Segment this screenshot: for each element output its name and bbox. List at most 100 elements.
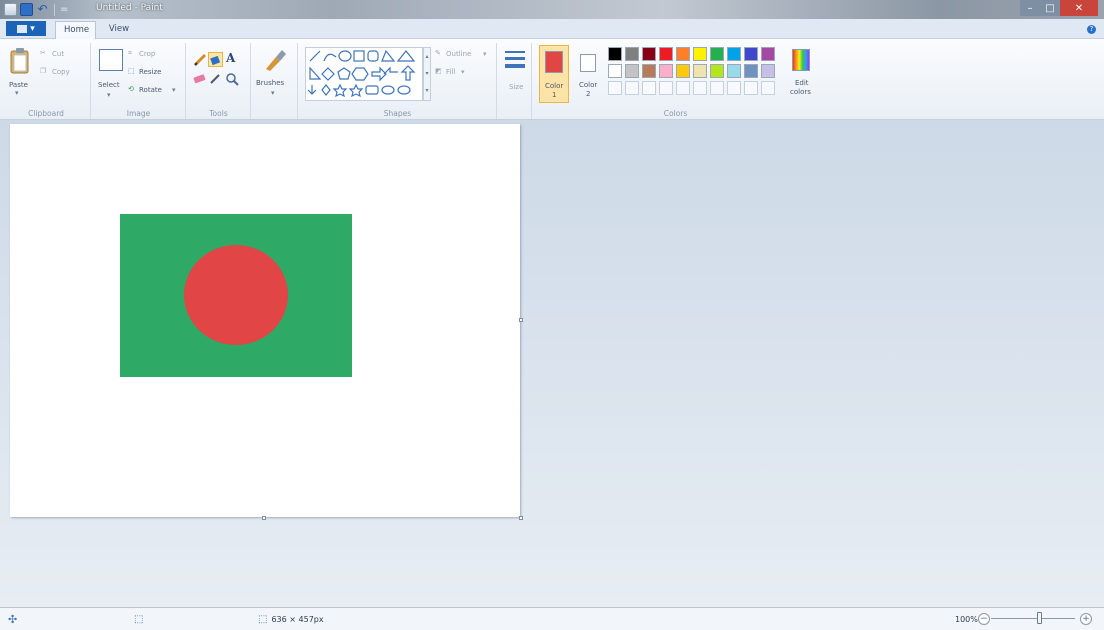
maximize-button[interactable]: □ [1040, 0, 1060, 16]
palette-swatch[interactable] [608, 64, 622, 78]
edit-colors-label-line2: colors [790, 88, 811, 96]
title-bar: ↶ = Untitled - Paint – □ ✕ [0, 0, 1104, 19]
palette-custom-slot[interactable] [676, 81, 690, 95]
file-menu-button[interactable]: ▾ [6, 21, 46, 36]
size-button[interactable]: Size [501, 49, 529, 101]
brush-icon [266, 50, 286, 71]
color-picker-icon [210, 74, 220, 84]
color2-button[interactable]: Color 2 [575, 45, 603, 103]
palette-swatch[interactable] [744, 47, 758, 61]
palette-swatch[interactable] [608, 47, 622, 61]
brushes-group: Brushes ▾ [252, 43, 298, 119]
palette-swatch[interactable] [642, 47, 656, 61]
select-dropdown-arrow: ▾ [107, 91, 111, 99]
help-icon[interactable]: ? [1087, 25, 1096, 34]
palette-swatch[interactable] [642, 64, 656, 78]
palette-swatch[interactable] [710, 64, 724, 78]
colors-group: Color 1 Color 2 Edit colors Colors [533, 43, 818, 119]
tools-group-label: Tools [209, 109, 228, 118]
palette-swatch[interactable] [659, 47, 673, 61]
canvas-resize-handle-right[interactable] [519, 318, 523, 322]
save-icon[interactable] [20, 3, 33, 16]
palette-custom-slot[interactable] [659, 81, 673, 95]
select-label: Select [98, 81, 120, 89]
brushes-button[interactable]: Brushes ▾ [256, 45, 294, 101]
magnifier-tool[interactable] [225, 72, 239, 86]
selection-size-icon: ⬚ [134, 613, 144, 625]
drawing-canvas[interactable] [10, 124, 520, 517]
pencil-tool[interactable] [193, 53, 207, 67]
color-palette [608, 47, 784, 101]
outline-button[interactable]: ✎ Outline ▾ [435, 49, 493, 61]
line-size-icon [505, 51, 525, 68]
rotate-button[interactable]: ⟲ Rotate ▾ [128, 85, 182, 97]
zoom-out-button[interactable]: − [978, 613, 990, 625]
palette-custom-slot[interactable] [761, 81, 775, 95]
fill-icon: ◩ [435, 67, 442, 75]
color-picker-tool[interactable] [209, 73, 221, 85]
palette-swatch[interactable] [727, 47, 741, 61]
color2-label: Color [579, 81, 598, 89]
quick-access-dropdown-button[interactable]: = [60, 4, 68, 15]
palette-custom-slot[interactable] [625, 81, 639, 95]
image-size-icon: ⬚ [258, 613, 268, 625]
crop-button[interactable]: ⌗ Crop [128, 49, 180, 61]
quick-access-toolbar: ↶ = [4, 2, 68, 17]
rotate-icon: ⟲ [128, 85, 134, 93]
palette-swatch[interactable] [693, 47, 707, 61]
palette-swatch[interactable] [676, 64, 690, 78]
resize-icon: ⬚ [128, 67, 135, 75]
palette-swatch[interactable] [659, 64, 673, 78]
copy-label: Copy [52, 68, 70, 76]
tab-view[interactable]: View [100, 21, 138, 39]
resize-button[interactable]: ⬚ Resize [128, 67, 180, 79]
shapes-scroll[interactable]: ▴ ▾ ▾ [423, 47, 431, 101]
fill-dropdown-arrow: ▾ [461, 68, 465, 76]
palette-swatch[interactable] [727, 64, 741, 78]
copy-button[interactable]: ❐ Copy [40, 67, 84, 79]
palette-custom-slot[interactable] [642, 81, 656, 95]
shapes-gallery-icons [307, 49, 416, 98]
cut-button[interactable]: ✂ Cut [40, 49, 84, 61]
canvas-resize-handle-bottom[interactable] [262, 516, 266, 520]
magnifier-icon [226, 73, 239, 86]
size-label: Size [509, 83, 524, 91]
clipboard-group-label: Clipboard [28, 109, 64, 118]
palette-swatch[interactable] [693, 64, 707, 78]
palette-swatch[interactable] [676, 47, 690, 61]
palette-custom-slot[interactable] [608, 81, 622, 95]
zoom-in-button[interactable]: + [1080, 613, 1092, 625]
palette-swatch[interactable] [761, 64, 775, 78]
palette-swatch[interactable] [761, 47, 775, 61]
palette-custom-slot[interactable] [693, 81, 707, 95]
palette-swatch[interactable] [625, 64, 639, 78]
undo-icon[interactable]: ↶ [36, 3, 49, 16]
rotate-label: Rotate [139, 86, 162, 94]
palette-swatch[interactable] [744, 64, 758, 78]
palette-swatch[interactable] [710, 47, 724, 61]
fill-tool[interactable] [208, 52, 223, 67]
color1-button[interactable]: Color 1 [539, 45, 569, 103]
select-button[interactable]: Select ▾ [96, 47, 126, 99]
paint-app-icon[interactable] [4, 3, 17, 16]
close-button[interactable]: ✕ [1060, 0, 1098, 16]
canvas-resize-handle-corner[interactable] [519, 516, 523, 520]
palette-swatch[interactable] [625, 47, 639, 61]
shapes-gallery[interactable] [305, 47, 423, 101]
color1-number: 1 [552, 91, 557, 99]
eraser-tool[interactable] [193, 73, 207, 85]
palette-custom-slot[interactable] [744, 81, 758, 95]
fill-button[interactable]: ◩ Fill ▾ [435, 67, 485, 79]
brushes-dropdown-arrow: ▾ [271, 89, 275, 97]
zoom-slider-track[interactable] [991, 618, 1075, 619]
palette-custom-slot[interactable] [727, 81, 741, 95]
palette-custom-slot[interactable] [710, 81, 724, 95]
edit-colors-button[interactable]: Edit colors [786, 47, 816, 103]
zoom-slider-thumb[interactable] [1037, 612, 1042, 624]
text-tool[interactable]: A [226, 51, 240, 67]
minimize-button[interactable]: – [1020, 0, 1040, 16]
zoom-level: 100% [955, 613, 978, 625]
tab-home[interactable]: Home [55, 21, 96, 39]
image-size-label: 636 × 457px [271, 614, 324, 624]
paste-button[interactable]: Paste ▾ [5, 45, 35, 101]
